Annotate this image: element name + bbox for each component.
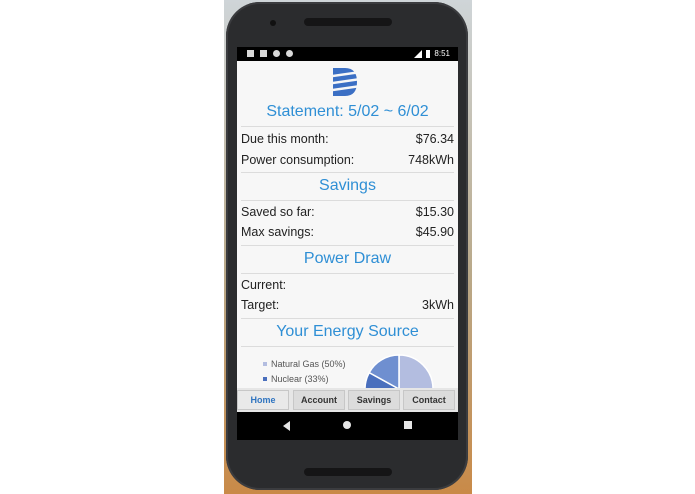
consumption-label: Power consumption: [241, 153, 355, 167]
back-icon[interactable] [283, 421, 290, 431]
app-content[interactable]: Statement: 5/02 ~ 6/02 Due this month: $… [237, 61, 458, 400]
divider [241, 200, 454, 201]
signal-icon [414, 49, 423, 58]
legend-swatch [263, 362, 267, 366]
due-label: Due this month: [241, 132, 329, 146]
legend-item: Nuclear (33%) [263, 374, 329, 384]
tab-account[interactable]: Account [293, 390, 345, 410]
legend-item: Natural Gas (50%) [263, 359, 346, 369]
recent-apps-icon[interactable] [404, 421, 412, 429]
front-camera [270, 20, 276, 26]
tab-contact[interactable]: Contact [403, 390, 455, 410]
saved-label: Saved so far: [241, 205, 315, 219]
savings-title: Savings [319, 177, 376, 194]
target-value: 3kWh [422, 298, 454, 312]
due-value: $76.34 [415, 132, 454, 146]
location-icon [273, 50, 280, 57]
target-label: Target: [241, 298, 280, 312]
bottom-tab-bar: Home Account Savings Contact [237, 388, 458, 412]
legend-label: Nuclear (33%) [271, 374, 329, 384]
divider [241, 172, 454, 173]
tab-savings[interactable]: Savings [348, 390, 400, 410]
power-draw-title: Power Draw [303, 250, 392, 267]
status-clock: 8:51 [434, 49, 450, 58]
energy-source-title: Your Energy Source [276, 323, 419, 340]
saved-value: $15.30 [415, 205, 454, 219]
legend-label: Natural Gas (50%) [271, 359, 346, 369]
divider [241, 273, 454, 274]
bottom-speaker [304, 468, 392, 476]
legend-swatch [263, 377, 267, 381]
divider [241, 126, 454, 127]
saved-row: Saved so far: $15.30 [241, 205, 454, 219]
phone-screen: 8:51 Statement: 5/02 ~ 6/02 Due this mon… [237, 47, 458, 440]
divider [241, 346, 454, 347]
divider [241, 245, 454, 246]
tab-home[interactable]: Home [237, 390, 289, 410]
max-savings-label: Max savings: [241, 225, 314, 239]
divider [241, 318, 454, 319]
max-savings-value: $45.90 [415, 225, 454, 239]
storage-notification-icon [260, 50, 267, 57]
status-bar: 8:51 [237, 47, 458, 61]
consumption-value: 748kWh [408, 153, 454, 167]
top-speaker [304, 18, 392, 26]
current-row: Current: [241, 278, 454, 292]
image-notification-icon [247, 50, 254, 57]
due-row: Due this month: $76.34 [241, 132, 454, 146]
current-label: Current: [241, 278, 287, 292]
target-row: Target: 3kWh [241, 298, 454, 312]
android-nav-bar [237, 412, 458, 440]
consumption-row: Power consumption: 748kWh [241, 153, 454, 167]
max-savings-row: Max savings: $45.90 [241, 225, 454, 239]
statement-title: Statement: 5/02 ~ 6/02 [266, 103, 429, 120]
sync-icon [286, 50, 293, 57]
company-logo-icon [331, 68, 359, 96]
battery-icon [426, 49, 431, 58]
home-icon[interactable] [343, 421, 351, 429]
